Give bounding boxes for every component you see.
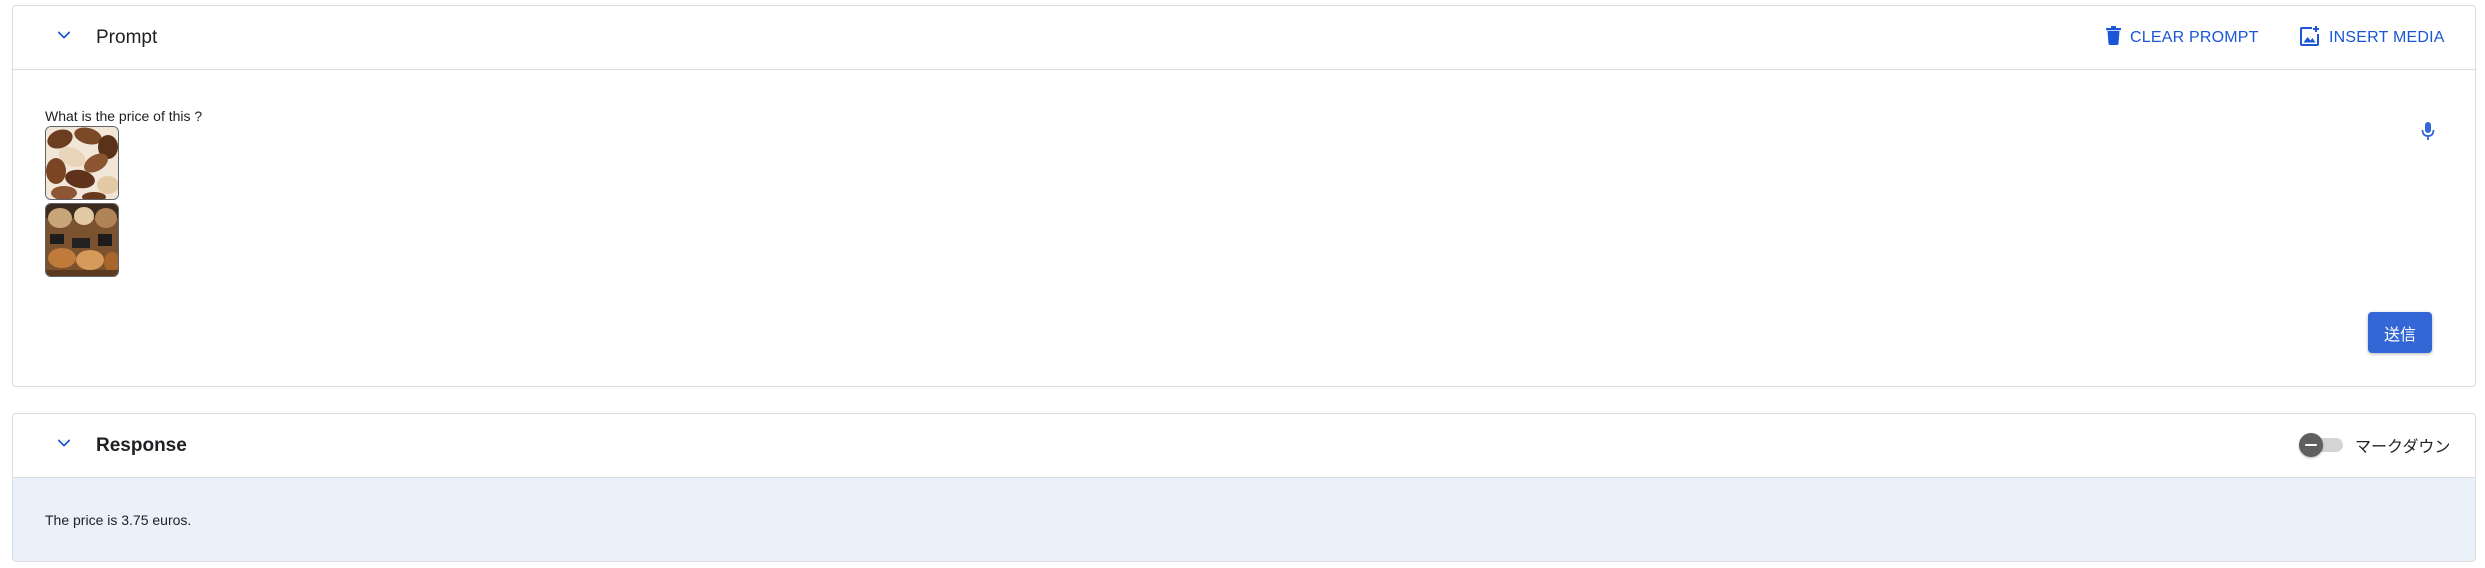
insert-media-button[interactable]: INSERT MEDIA bbox=[2299, 25, 2445, 52]
prompt-title: Prompt bbox=[96, 27, 158, 48]
insert-media-label: INSERT MEDIA bbox=[2329, 29, 2445, 46]
send-button[interactable]: 送信 bbox=[2368, 312, 2432, 353]
image-thumbnail-nuts[interactable] bbox=[45, 126, 119, 200]
response-collapse-button[interactable] bbox=[49, 430, 79, 460]
prompt-input-area[interactable]: What is the price of this ? 送信 bbox=[13, 70, 2475, 386]
clear-prompt-button[interactable]: CLEAR PROMPT bbox=[2105, 26, 2259, 50]
response-header: Response マークダウン bbox=[13, 414, 2475, 478]
toggle-knob bbox=[2299, 433, 2323, 457]
chevron-down-icon bbox=[55, 26, 73, 49]
clear-prompt-label: CLEAR PROMPT bbox=[2130, 29, 2259, 46]
prompt-collapse-button[interactable] bbox=[49, 22, 79, 52]
trash-icon bbox=[2105, 26, 2122, 50]
response-text: The price is 3.75 euros. bbox=[45, 512, 192, 528]
markdown-toggle-switch[interactable] bbox=[2299, 433, 2345, 457]
prompt-header: Prompt CLEAR PROMPT INSERT MEDIA bbox=[13, 6, 2475, 70]
response-title: Response bbox=[96, 435, 187, 456]
response-output-area: The price is 3.75 euros. bbox=[13, 478, 2475, 561]
microphone-icon bbox=[2421, 121, 2435, 146]
markdown-toggle-label: マークダウン bbox=[2355, 437, 2451, 456]
markdown-toggle[interactable]: マークダウン bbox=[2299, 433, 2450, 457]
image-thumbnail-market[interactable] bbox=[45, 203, 119, 277]
prompt-text[interactable]: What is the price of this ? bbox=[45, 108, 202, 124]
chevron-down-icon bbox=[55, 434, 73, 457]
voice-input-button[interactable] bbox=[2415, 120, 2441, 146]
add-photo-icon bbox=[2299, 25, 2321, 52]
response-panel: Response マークダウン The price is 3.75 euros. bbox=[12, 413, 2476, 562]
prompt-panel: Prompt CLEAR PROMPT INSERT MEDIA What is… bbox=[12, 5, 2476, 387]
